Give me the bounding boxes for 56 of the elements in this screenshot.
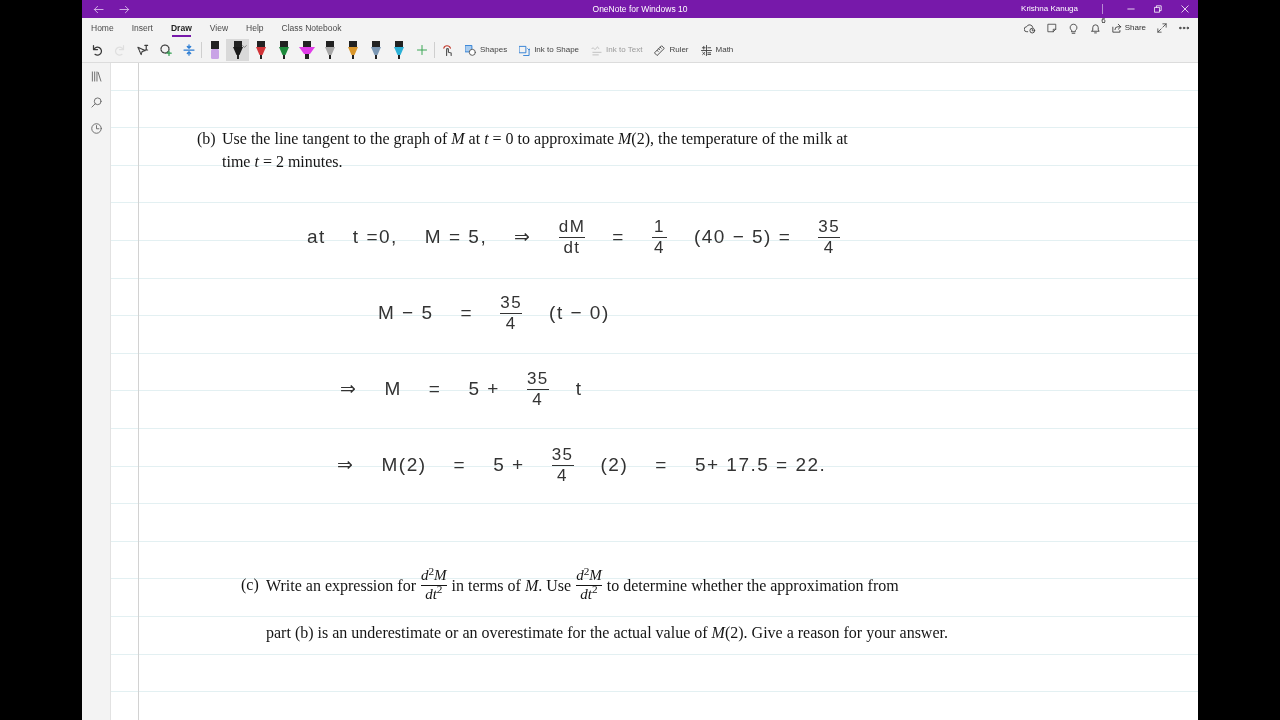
window-title: OneNote for Windows 10 xyxy=(592,2,688,16)
math-fraction: d$^{2}$M dt$^{2}$ xyxy=(420,567,447,603)
bell-icon xyxy=(1090,22,1102,34)
share-icon xyxy=(1111,23,1122,33)
ink-to-shape-button[interactable]: Ink to Shape xyxy=(513,39,586,61)
cursor-i-beam-icon xyxy=(136,44,149,56)
ruler-icon xyxy=(654,44,666,56)
handwritten-equation: M − 5 = 35 4 (t − 0) xyxy=(378,292,610,334)
lightbulb-icon xyxy=(1069,22,1079,34)
question-text: to determine whether the approximation from xyxy=(606,575,899,597)
ribbon-tab[interactable]: Class Notebook xyxy=(281,18,342,38)
search-icon xyxy=(90,96,102,108)
handwritten-equation: ⇒ M(2) = 5 + 35 4 (2) = 5+ 17.5 = 22. xyxy=(337,444,827,486)
question-text: in terms of M. Use xyxy=(451,575,572,596)
cloud-sync-icon xyxy=(1023,22,1036,34)
question-label: (c) xyxy=(241,575,260,596)
finger-stroke-icon xyxy=(442,44,453,56)
question-label: (b) xyxy=(197,129,217,150)
vertical-arrows-icon xyxy=(182,44,195,56)
caret-icon xyxy=(242,45,247,49)
pen-button[interactable] xyxy=(226,39,249,61)
ruler-button[interactable]: Ruler xyxy=(648,39,695,61)
plus-icon xyxy=(416,45,427,55)
math-symbols-icon xyxy=(700,44,712,56)
question-text: Use the line tangent to the graph of M at t = 0 to approximate M(2), the temperature of the milk at time t = 2 minutes. xyxy=(222,129,849,172)
handwritten-equation: at t =0, M = 5, ⇒ dM dt = 1 4 (40 − 5) = 35 4 xyxy=(307,216,841,258)
question-text: Write an expression for xyxy=(266,575,416,597)
shapes-button[interactable]: Shapes xyxy=(459,39,514,61)
squiggle-lines-icon xyxy=(591,44,603,56)
back-arrow-icon xyxy=(92,3,104,15)
sticky-note-icon xyxy=(1046,23,1057,33)
close-icon xyxy=(1180,5,1189,13)
user-name: Krishna Kanuga xyxy=(1021,3,1078,15)
ribbon-tab[interactable]: Home xyxy=(91,18,114,38)
share-button[interactable]: Share xyxy=(1107,19,1150,37)
shapes-icon xyxy=(465,44,476,56)
minimize-icon xyxy=(1126,5,1135,13)
more-icon xyxy=(1179,26,1189,30)
forward-arrow-icon xyxy=(118,3,130,15)
undo-icon xyxy=(90,44,103,56)
restore-icon xyxy=(1153,5,1162,13)
math-button[interactable]: Math xyxy=(694,39,740,61)
expand-icon xyxy=(1157,23,1167,33)
notifications-button[interactable]: 6 xyxy=(1085,19,1106,37)
books-icon xyxy=(90,70,102,82)
notification-count: 6 xyxy=(1101,17,1106,25)
dashed-circle-plus-icon xyxy=(159,44,172,56)
square-arrow-icon xyxy=(519,44,531,56)
clock-icon xyxy=(90,122,102,134)
ribbon-tab[interactable]: View xyxy=(209,18,229,38)
math-fraction: d$^{2}$M dt$^{2}$ xyxy=(576,567,602,603)
ribbon-tab[interactable]: Insert xyxy=(131,18,153,38)
question-text: part (b) is an underestimate or an overestimate for the actual value of M(2). Give a reason for your answer. xyxy=(266,623,948,644)
ribbon-tab[interactable]: Draw xyxy=(170,18,192,38)
ribbon-tab[interactable]: Help xyxy=(246,18,264,38)
handwritten-equation: ⇒ M = 5 + 35 4 t xyxy=(340,368,583,410)
